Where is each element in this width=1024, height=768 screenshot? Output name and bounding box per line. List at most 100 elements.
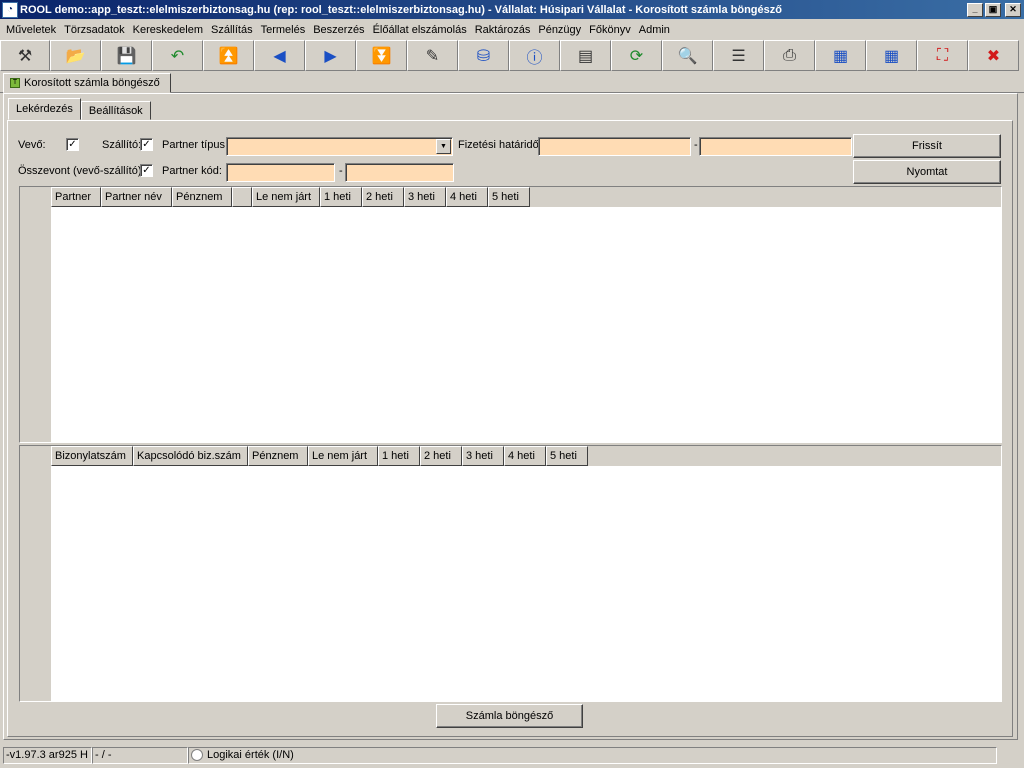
column-header[interactable]: 3 heti <box>462 446 504 466</box>
table-export-icon: ▦ <box>832 47 849 65</box>
close-window-button[interactable]: ✕ <box>1005 2 1021 17</box>
column-header[interactable]: Pénznem <box>172 187 232 207</box>
menu-admin[interactable]: Admin <box>635 24 674 36</box>
column-header[interactable]: Le nem járt <box>308 446 378 466</box>
column-header[interactable]: Bizonylatszám <box>51 446 133 466</box>
document-tabs: T Korosított számla böngésző <box>0 71 1024 93</box>
search-button[interactable]: 🔍 <box>662 40 713 71</box>
field-hint-status: Logikai érték (I/N) <box>188 746 997 764</box>
print-button[interactable]: Nyomtat <box>853 160 1001 184</box>
record-position-status: - / - <box>92 746 188 764</box>
column-header[interactable]: Pénznem <box>248 446 308 466</box>
previous-icon: ◀ <box>273 47 286 65</box>
info-button[interactable]: ⓘ <box>509 40 560 71</box>
column-header[interactable]: 3 heti <box>404 187 446 207</box>
column-header[interactable]: 2 heti <box>362 187 404 207</box>
column-header[interactable] <box>232 187 252 207</box>
grid-row-indicator <box>20 446 51 701</box>
partner-code-from-input[interactable] <box>226 163 335 182</box>
refresh-button[interactable]: Frissít <box>853 134 1001 158</box>
toolbar: ⚒ 📂 💾 ↶ ⏫ ◀ ▶ ⏬ ✎ ⛁ ⓘ ▤ ⟳ 🔍 ☰ ⎙ ▦ ▦ ⛶ ✖ <box>0 40 1024 71</box>
merged-label: Összevont (vevő-szállító): <box>18 165 145 177</box>
undo-button[interactable]: ↶ <box>152 40 203 71</box>
maximize-button[interactable]: ▣ <box>985 2 1001 17</box>
menu-szallitas[interactable]: Szállítás <box>207 24 257 36</box>
column-header[interactable]: 4 heti <box>446 187 488 207</box>
menu-eloallat-elszamolas[interactable]: Élőállat elszámolás <box>369 24 471 36</box>
menu-torzsadatok[interactable]: Törzsadatok <box>60 24 129 36</box>
menu-muveletek[interactable]: Műveletek <box>2 24 60 36</box>
first-record-button[interactable]: ⏫ <box>203 40 254 71</box>
table-import-button[interactable]: ▦ <box>866 40 917 71</box>
tab-lekerdezes[interactable]: Lekérdezés <box>8 98 81 120</box>
database-icon: ⛁ <box>476 47 491 65</box>
window-layout-button[interactable]: ▤ <box>560 40 611 71</box>
column-header[interactable]: 1 heti <box>378 446 420 466</box>
search-icon: 🔍 <box>677 47 698 65</box>
query-frame: Vevő: ✓ Szállító: ✓ Partner típus: ▼ Fiz… <box>7 120 1013 737</box>
column-header[interactable]: Kapcsolódó biz.szám <box>133 446 248 466</box>
supplier-checkbox[interactable]: ✓ <box>140 138 153 151</box>
row-height-button[interactable]: ☰ <box>713 40 764 71</box>
partner-type-select[interactable] <box>226 137 453 156</box>
column-header[interactable]: Le nem járt <box>252 187 320 207</box>
column-header[interactable]: 5 heti <box>546 446 588 466</box>
tab-beallitasok[interactable]: Beállítások <box>80 101 151 120</box>
menu-beszerzes[interactable]: Beszerzés <box>309 24 368 36</box>
merged-checkbox[interactable]: ✓ <box>140 164 153 177</box>
save-icon: 💾 <box>116 47 137 65</box>
maximize-frame-icon: ⛶ <box>936 46 949 64</box>
window-title: ROOL demo::app_teszt::elelmiszerbiztonsa… <box>20 3 782 16</box>
refresh-button[interactable]: ⟳ <box>611 40 662 71</box>
sub-tabs: Lekérdezés Beállítások <box>8 98 151 120</box>
column-header[interactable]: Partner név <box>101 187 172 207</box>
close-icon: ✖ <box>986 47 1001 65</box>
database-button[interactable]: ⛁ <box>458 40 509 71</box>
save-button[interactable]: 💾 <box>101 40 152 71</box>
document-aging-grid[interactable]: Bizonylatszám Kapcsolódó biz.szám Pénznem L… <box>19 445 1002 702</box>
tools-icon: ⚒ <box>17 47 33 65</box>
previous-button[interactable]: ◀ <box>254 40 305 71</box>
due-date-from-input[interactable] <box>538 137 691 156</box>
open-folder-button[interactable]: 📂 <box>50 40 101 71</box>
menu-raktarozas[interactable]: Raktározás <box>471 24 535 36</box>
buyer-checkbox[interactable]: ✓ <box>66 138 79 151</box>
last-record-icon: ⏬ <box>371 47 392 65</box>
close-button[interactable]: ✖ <box>968 40 1019 71</box>
document-icon: T <box>10 78 20 88</box>
edit-button[interactable]: ✎ <box>407 40 458 71</box>
menu-penzugy[interactable]: Pénzügy <box>534 24 585 36</box>
due-date-to-input[interactable] <box>699 137 852 156</box>
undo-icon: ↶ <box>170 47 185 65</box>
table-export-button[interactable]: ▦ <box>815 40 866 71</box>
minimize-button[interactable]: _ <box>967 2 983 17</box>
tab-label: Korosított számla böngésző <box>24 77 160 89</box>
field-hint-text: Logikai érték (I/N) <box>207 749 294 761</box>
maximize-frame-button[interactable]: ⛶ <box>917 40 968 71</box>
buyer-label: Vevő: <box>18 139 46 151</box>
chevron-down-icon[interactable]: ▼ <box>436 139 451 154</box>
print-icon: ⎙ <box>783 46 796 64</box>
partner-type-label: Partner típus: <box>162 139 229 151</box>
print-button[interactable]: ⎙ <box>764 40 815 71</box>
menu-fokonyv[interactable]: Főkönyv <box>585 24 635 36</box>
menu-kereskedelem[interactable]: Kereskedelem <box>129 24 207 36</box>
partner-aging-grid[interactable]: Partner Partner név Pénznem Le nem járt 1 he… <box>19 186 1002 443</box>
status-bar: -v1.97.3 ar925 H - / - Logikai érték (I/… <box>0 745 1024 765</box>
partner-code-label: Partner kód: <box>162 165 222 177</box>
last-record-button[interactable]: ⏬ <box>356 40 407 71</box>
menu-termeles[interactable]: Termelés <box>257 24 310 36</box>
row-height-icon: ☰ <box>731 47 746 65</box>
column-header[interactable]: 2 heti <box>420 446 462 466</box>
window-layout-icon: ▤ <box>577 47 594 65</box>
column-header[interactable]: 4 heti <box>504 446 546 466</box>
column-header[interactable]: 1 heti <box>320 187 362 207</box>
next-button[interactable]: ▶ <box>305 40 356 71</box>
invoice-browser-button[interactable]: Számla böngésző <box>436 704 583 728</box>
column-header[interactable]: 5 heti <box>488 187 530 207</box>
column-header[interactable]: Partner <box>51 187 101 207</box>
tools-button[interactable]: ⚒ <box>0 40 50 71</box>
next-icon: ▶ <box>324 47 337 65</box>
tab-korositott-szamla-bongeszo[interactable]: T Korosított számla böngésző <box>3 73 171 93</box>
partner-code-to-input[interactable] <box>345 163 454 182</box>
